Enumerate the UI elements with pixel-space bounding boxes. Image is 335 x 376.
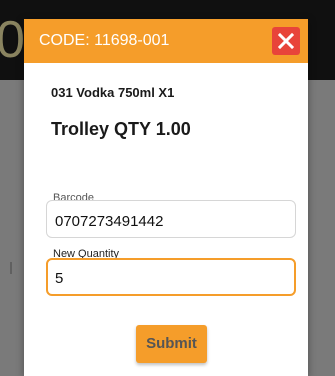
submit-button[interactable]: Submit [136, 325, 207, 363]
dialog-title: CODE: 11698-001 [39, 32, 170, 49]
trolley-quantity: Trolley QTY 1.00 [51, 119, 191, 139]
item-description: 031 Vodka 750ml X1 [51, 85, 175, 100]
close-button[interactable] [272, 27, 300, 55]
new-quantity-field[interactable]: 5 [46, 258, 296, 296]
close-icon [278, 33, 294, 49]
quantity-dialog: CODE: 11698-001 031 Vodka 750ml X1 Troll… [24, 19, 308, 376]
background-digit: 0 [0, 11, 25, 69]
new-quantity-value: 5 [55, 270, 64, 287]
dialog-header: CODE: 11698-001 [24, 19, 308, 63]
barcode-value: 0707273491442 [55, 213, 164, 230]
background-marker [10, 262, 12, 274]
barcode-field[interactable]: 0707273491442 [46, 200, 296, 238]
